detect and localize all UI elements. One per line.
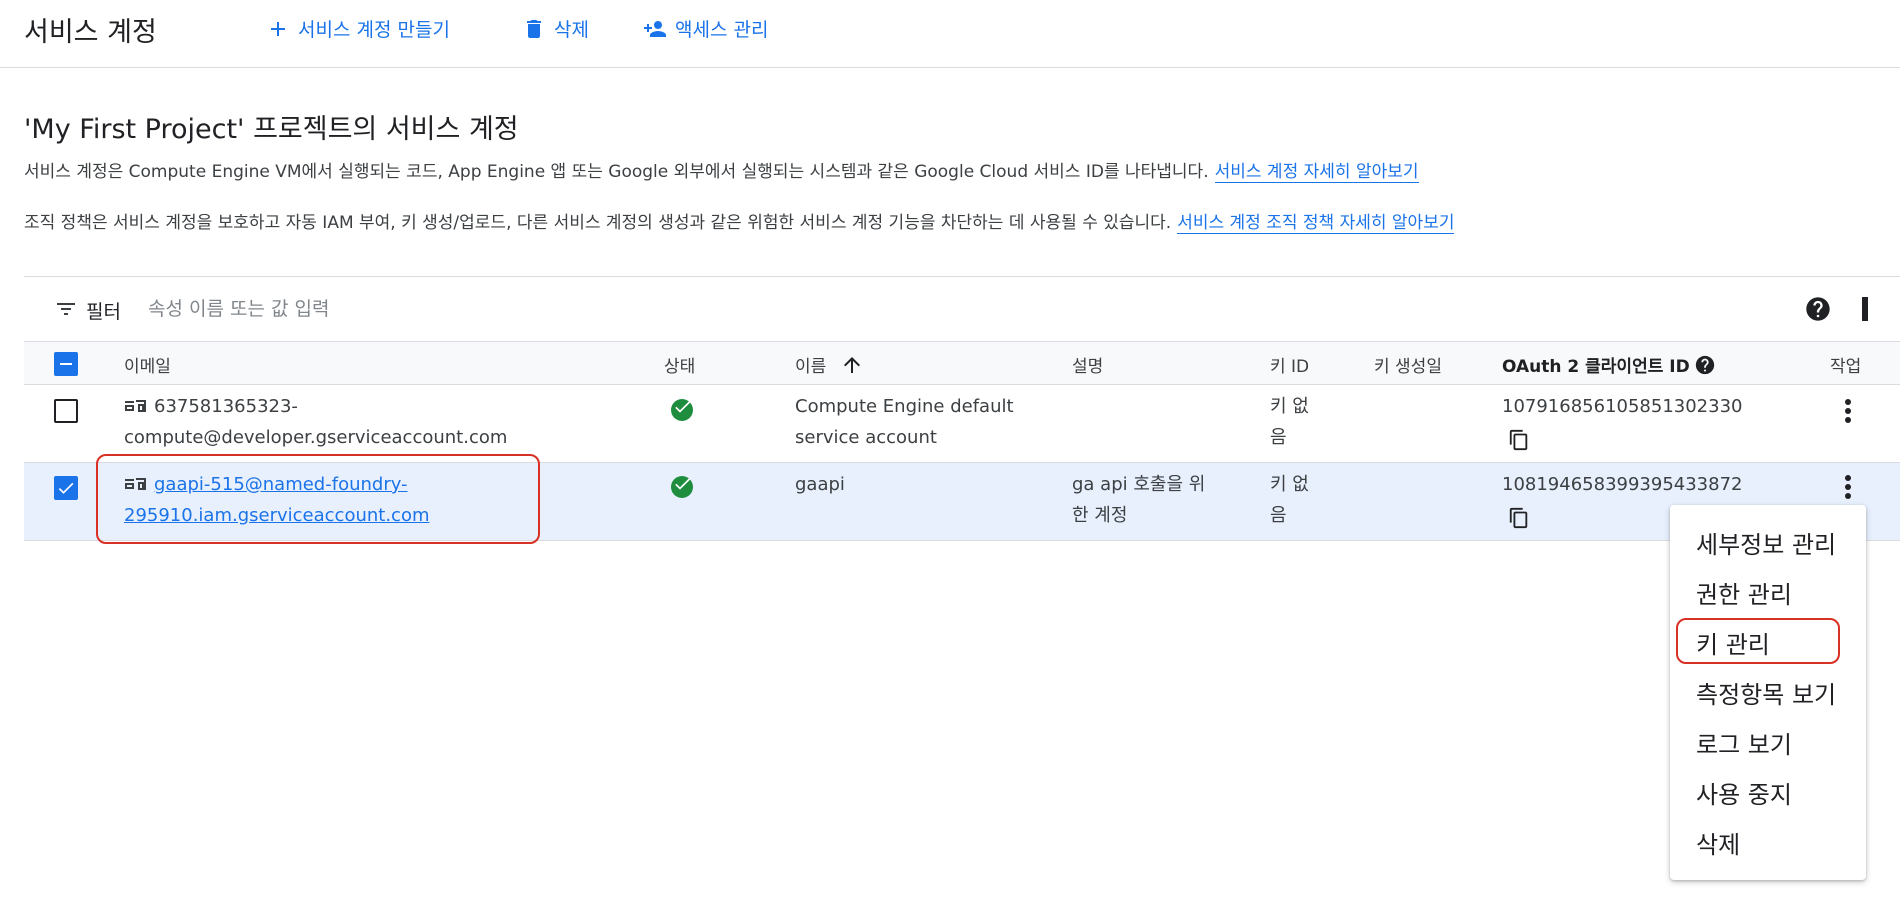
menu-item-view-metrics[interactable]: 측정항목 보기 <box>1696 675 1836 710</box>
oauth-id-cell: 108194658399395433872 <box>1502 474 1743 495</box>
page-title: 서비스 계정 <box>24 17 157 48</box>
row-checkbox[interactable] <box>54 476 78 500</box>
description-text-2: 조직 정책은 서비스 계정을 보호하고 자동 IAM 부여, 키 생성/업로드,… <box>24 213 1172 233</box>
email-text: 637581365323- <box>154 396 298 417</box>
key-id-text-continued: 음 <box>1270 505 1287 526</box>
manage-access-button[interactable]: 액세스 관리 <box>643 15 768 42</box>
name-text-continued: service account <box>795 427 937 448</box>
section-heading: 'My First Project' 프로젝트의 서비스 계정 <box>24 114 519 145</box>
manage-access-label: 액세스 관리 <box>675 19 769 41</box>
column-header-oauth-label: OAuth 2 클라이언트 ID <box>1502 357 1690 377</box>
name-text: gaapi <box>795 474 845 495</box>
help-icon[interactable] <box>1804 295 1832 323</box>
description-text: ga api 호출을 위 <box>1072 474 1206 495</box>
column-header-oauth[interactable]: OAuth 2 클라이언트 ID <box>1502 352 1716 377</box>
filter-label: 필터 <box>86 301 121 323</box>
create-service-account-label: 서비스 계정 만들기 <box>298 19 450 41</box>
copy-icon[interactable] <box>1508 429 1530 451</box>
name-text: Compute Engine default <box>795 396 1014 417</box>
check-circle-icon <box>671 476 693 498</box>
table-header: 이메일 상태 이름 설명 키 ID 키 생성일 OAuth 2 클라이언트 ID… <box>24 341 1900 385</box>
highlight-annotation <box>1676 618 1840 664</box>
key-id-text-continued: 음 <box>1270 427 1287 448</box>
top-toolbar: 서비스 계정 서비스 계정 만들기 삭제 액세스 관리 <box>0 0 1900 68</box>
row-checkbox[interactable] <box>54 399 78 423</box>
filter-bar: 필터 <box>24 277 1900 341</box>
column-display-icon[interactable] <box>1862 297 1868 321</box>
menu-item-disable[interactable]: 사용 중지 <box>1696 775 1792 810</box>
arrow-up-icon <box>844 356 861 373</box>
menu-item-view-logs[interactable]: 로그 보기 <box>1696 725 1792 760</box>
filter-input[interactable] <box>148 293 1048 325</box>
menu-item-manage-permissions[interactable]: 권한 관리 <box>1696 575 1792 610</box>
help-icon[interactable] <box>1694 354 1716 376</box>
column-header-status[interactable]: 상태 <box>664 352 695 377</box>
checkmark-icon <box>58 482 74 494</box>
description-paragraph-2: 조직 정책은 서비스 계정을 보호하고 자동 IAM 부여, 키 생성/업로드,… <box>24 208 1455 234</box>
name-cell: gaapi <box>795 469 845 500</box>
key-id-text: 키 없 <box>1270 474 1309 495</box>
row-actions-menu: 세부정보 관리 권한 관리 키 관리 측정항목 보기 로그 보기 사용 중지 삭… <box>1670 505 1866 880</box>
learn-more-service-accounts-link[interactable]: 서비스 계정 자세히 알아보기 <box>1214 162 1419 183</box>
learn-more-org-policy-link[interactable]: 서비스 계정 조직 정책 자세히 알아보기 <box>1177 213 1455 234</box>
email-text-continued: compute@developer.gserviceaccount.com <box>124 427 508 448</box>
column-header-actions: 작업 <box>1830 357 1862 377</box>
column-header-key-id[interactable]: 키 ID <box>1270 352 1309 377</box>
key-id-cell: 키 없 음 <box>1270 469 1309 531</box>
select-all-checkbox[interactable] <box>54 352 78 376</box>
plus-icon <box>271 21 285 36</box>
table-row[interactable]: 637581365323- compute@developer.gservice… <box>24 385 1900 463</box>
column-header-email[interactable]: 이메일 <box>124 352 171 377</box>
description-text-1: 서비스 계정은 Compute Engine VM에서 실행되는 코드, App… <box>24 162 1209 182</box>
description-text-continued: 한 계정 <box>1072 505 1128 526</box>
name-cell: Compute Engine default service account <box>795 391 1014 453</box>
key-id-cell: 키 없 음 <box>1270 391 1309 453</box>
oauth-id-cell: 107916856105851302330 <box>1502 396 1743 417</box>
add-person-icon <box>644 20 666 37</box>
delete-button[interactable]: 삭제 <box>522 15 589 42</box>
delete-label: 삭제 <box>554 19 589 41</box>
filter-icon[interactable] <box>54 297 78 321</box>
menu-item-manage-details[interactable]: 세부정보 관리 <box>1696 525 1836 560</box>
minus-icon <box>60 363 72 365</box>
copy-icon[interactable] <box>1508 507 1530 529</box>
highlight-annotation <box>96 454 540 544</box>
column-header-description[interactable]: 설명 <box>1072 352 1103 377</box>
description-paragraph-1: 서비스 계정은 Compute Engine VM에서 실행되는 코드, App… <box>24 157 1419 183</box>
description-cell: ga api 호출을 위 한 계정 <box>1072 469 1205 531</box>
create-service-account-button[interactable]: 서비스 계정 만들기 <box>266 15 450 42</box>
more-actions-icon[interactable] <box>1836 397 1860 425</box>
check-circle-icon <box>671 399 693 421</box>
menu-item-delete[interactable]: 삭제 <box>1696 825 1740 860</box>
column-header-name-label: 이름 <box>795 357 827 377</box>
column-header-key-created[interactable]: 키 생성일 <box>1374 352 1442 377</box>
more-actions-icon[interactable] <box>1836 473 1860 501</box>
service-account-key-icon <box>125 400 146 412</box>
trash-icon <box>527 19 541 38</box>
column-header-name[interactable]: 이름 <box>795 352 864 377</box>
email-cell: 637581365323- compute@developer.gservice… <box>124 391 507 453</box>
key-id-text: 키 없 <box>1270 396 1309 417</box>
